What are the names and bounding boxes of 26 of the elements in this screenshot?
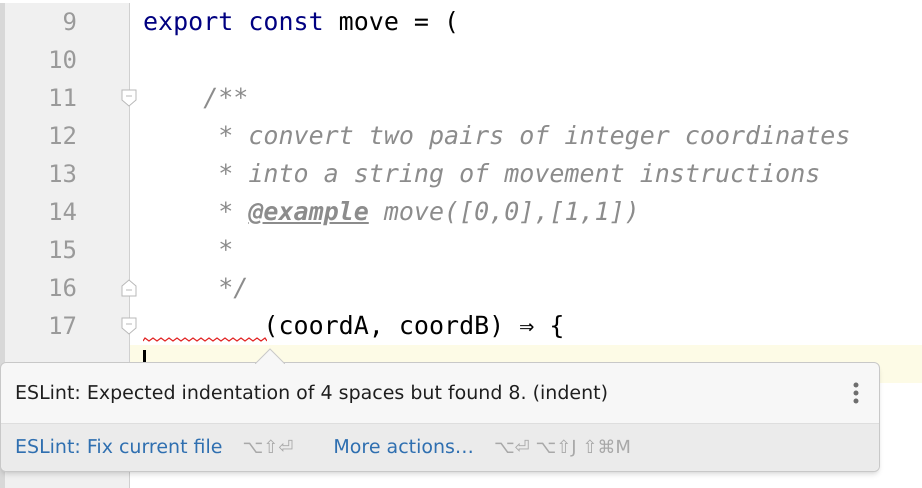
code-line: * into a string of movement instructions — [217, 158, 820, 190]
fold-marker-icon[interactable] — [121, 279, 137, 297]
line-number: 16 — [48, 273, 77, 304]
fold-marker-icon[interactable] — [121, 89, 137, 107]
code-line: /** — [202, 82, 248, 114]
line-number: 17 — [48, 311, 77, 342]
line-number: 11 — [48, 83, 77, 114]
fold-marker-icon[interactable] — [121, 317, 137, 335]
line-number: 12 — [48, 121, 77, 152]
action-link[interactable]: More actions… — [333, 433, 474, 462]
code-line: (coordA, coordB) ⇒ { — [262, 310, 564, 342]
code-line: * @example move([0,0],[1,1]) — [217, 196, 640, 228]
line-number: 9 — [62, 7, 77, 38]
line-number: 14 — [48, 197, 77, 228]
action-link[interactable]: ESLint: Fix current file — [15, 433, 222, 462]
error-message: ESLint: Expected indentation of 4 spaces but found 8. (indent) — [15, 380, 608, 406]
code-line: * convert two pairs of integer coordinates — [217, 120, 850, 152]
code-line: * — [217, 234, 234, 266]
line-number: 15 — [48, 235, 77, 266]
more-options-icon[interactable] — [853, 382, 859, 404]
code-line: export const move = ( — [143, 6, 460, 38]
keyboard-shortcut: ⌥⏎ ⌥⇧J ⇧⌘M — [494, 436, 631, 460]
line-number: 10 — [48, 45, 77, 76]
line-number: 13 — [48, 159, 77, 190]
keyboard-shortcut: ⌥⇧⏎ — [242, 436, 294, 460]
code-line: */ — [217, 272, 248, 304]
